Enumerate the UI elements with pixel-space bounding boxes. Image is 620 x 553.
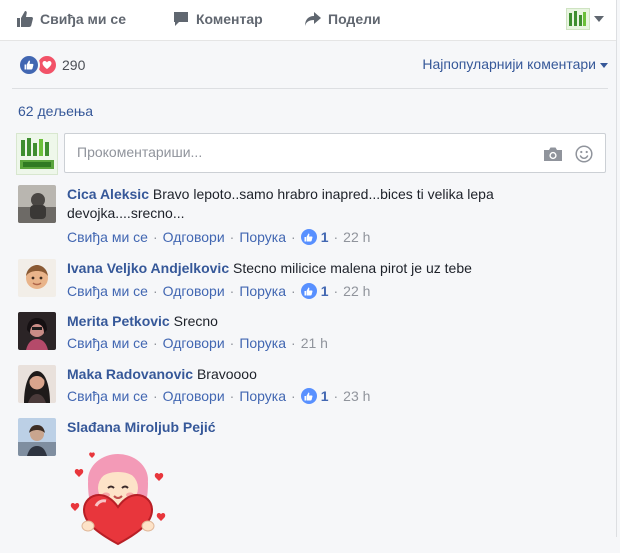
separator-dot: ·: [229, 388, 235, 404]
avatar[interactable]: [18, 418, 56, 456]
comment-like-number: 1: [320, 229, 329, 245]
comment-author[interactable]: Merita Petkovic: [67, 313, 170, 329]
commenter-page-avatar: [16, 133, 58, 175]
comment-like-number: 1: [320, 283, 329, 299]
comment-timestamp[interactable]: 23 h: [343, 388, 370, 404]
comment-text: Stecno milicice malena pirot je uz tebe: [233, 260, 472, 276]
share-arrow-icon: [304, 10, 322, 28]
like-reaction-icon: [300, 283, 317, 299]
comment-meta: Свиђа ми се · Одговори · Порука · 1 · 23…: [67, 388, 370, 404]
comment-author[interactable]: Maka Radovanovic: [67, 366, 193, 382]
comment-like-link[interactable]: Свиђа ми се: [67, 229, 148, 245]
comment-author[interactable]: Cica Aleksic: [67, 186, 149, 202]
separator-dot: ·: [333, 388, 339, 404]
separator-dot: ·: [291, 283, 296, 299]
separator-dot: ·: [291, 388, 296, 404]
reactions-summary[interactable]: 290: [18, 54, 85, 76]
comment-reply-link[interactable]: Одговори: [163, 335, 225, 351]
camera-icon[interactable]: [543, 146, 563, 167]
comment-message-link[interactable]: Порука: [239, 283, 286, 299]
comment-like-link[interactable]: Свиђа ми се: [67, 283, 148, 299]
avatar[interactable]: [18, 185, 56, 223]
comment-action-label: Коментар: [196, 11, 263, 27]
emoji-icon[interactable]: [575, 145, 593, 168]
comment-like-link[interactable]: Свиђа ми се: [67, 388, 148, 404]
comment-body: Slađana Miroljub Pejić: [67, 418, 547, 437]
comment-message-link[interactable]: Порука: [239, 229, 286, 245]
page-logo-icon: [566, 8, 590, 30]
separator-dot: ·: [333, 283, 339, 299]
comment-body: Maka Radovanovic Bravoooo: [67, 365, 547, 384]
comment-message-link[interactable]: Порука: [239, 335, 286, 351]
like-reaction-icon: [300, 388, 317, 404]
like-action-label: Свиђа ми се: [40, 11, 126, 27]
separator-dot: ·: [333, 229, 339, 245]
separator-dot: ·: [291, 229, 296, 245]
separator-dot: ·: [229, 283, 235, 299]
comment-sort-label: Најпопуларнији коментари: [422, 56, 596, 72]
share-action-button[interactable]: Подели: [304, 10, 381, 28]
comment-timestamp[interactable]: 22 h: [343, 283, 370, 299]
comment-like-count[interactable]: 1: [300, 388, 329, 404]
like-action-button[interactable]: Свиђа ми се: [16, 10, 126, 28]
like-reaction-icon: [300, 229, 317, 245]
girl-holding-heart-sticker: [68, 448, 168, 548]
comment-meta: Свиђа ми се · Одговори · Порука · 21 h: [67, 335, 328, 351]
share-action-label: Подели: [328, 11, 381, 27]
comment-body: Ivana Veljko Andjelkovic Stecno milicice…: [67, 259, 547, 278]
comments-panel: Свиђа ми се Коментар Подели 290 Најпопул…: [0, 0, 617, 546]
comment-composer: [64, 133, 606, 173]
comment-like-number: 1: [320, 388, 329, 404]
divider: [12, 88, 608, 89]
comment-sort-dropdown[interactable]: Најпопуларнији коментари: [422, 56, 608, 72]
comment-like-count[interactable]: 1: [300, 283, 329, 299]
separator-dot: ·: [152, 388, 158, 404]
separator-dot: ·: [152, 229, 158, 245]
caret-down-icon: [600, 56, 608, 72]
speech-bubble-icon: [172, 10, 190, 28]
comment-like-count[interactable]: 1: [300, 229, 329, 245]
separator-dot: ·: [152, 335, 158, 351]
comment-meta: Свиђа ми се · Одговори · Порука · 1 · 22…: [67, 283, 370, 299]
avatar[interactable]: [18, 312, 56, 350]
thumbs-up-icon: [16, 10, 34, 28]
comment-body: Merita Petkovic Srecno: [67, 312, 547, 331]
like-reaction-icon: [18, 54, 40, 76]
comment-author[interactable]: Ivana Veljko Andjelkovic: [67, 260, 229, 276]
comment-like-link[interactable]: Свиђа ми се: [67, 335, 148, 351]
comment-meta: Свиђа ми се · Одговори · Порука · 1 · 22…: [67, 229, 370, 245]
comment-body: Cica Aleksic Bravo lepoto..samo hrabro i…: [67, 185, 547, 223]
comment-message-link[interactable]: Порука: [239, 388, 286, 404]
comment-text: Bravoooo: [196, 366, 257, 382]
comment-text: Srecno: [173, 313, 218, 329]
comment-reply-link[interactable]: Одговори: [163, 283, 225, 299]
page-identity-switcher[interactable]: [566, 8, 604, 30]
comment-timestamp[interactable]: 22 h: [343, 229, 370, 245]
comment-timestamp[interactable]: 21 h: [301, 335, 328, 351]
comment-reply-link[interactable]: Одговори: [163, 388, 225, 404]
comment-input[interactable]: [75, 143, 519, 161]
reaction-count: 290: [62, 57, 86, 73]
avatar[interactable]: [18, 365, 56, 403]
shares-count-link[interactable]: 62 дељења: [18, 103, 93, 119]
caret-down-icon: [594, 10, 604, 28]
post-actions-bar: Свиђа ми се Коментар Подели: [0, 0, 616, 41]
avatar[interactable]: [18, 259, 56, 297]
separator-dot: ·: [229, 335, 235, 351]
separator-dot: ·: [229, 229, 235, 245]
comment-action-button[interactable]: Коментар: [172, 10, 620, 28]
comment-author[interactable]: Slađana Miroljub Pejić: [67, 419, 216, 435]
comment-reply-link[interactable]: Одговори: [163, 229, 225, 245]
separator-dot: ·: [152, 283, 158, 299]
separator-dot: ·: [291, 335, 296, 351]
